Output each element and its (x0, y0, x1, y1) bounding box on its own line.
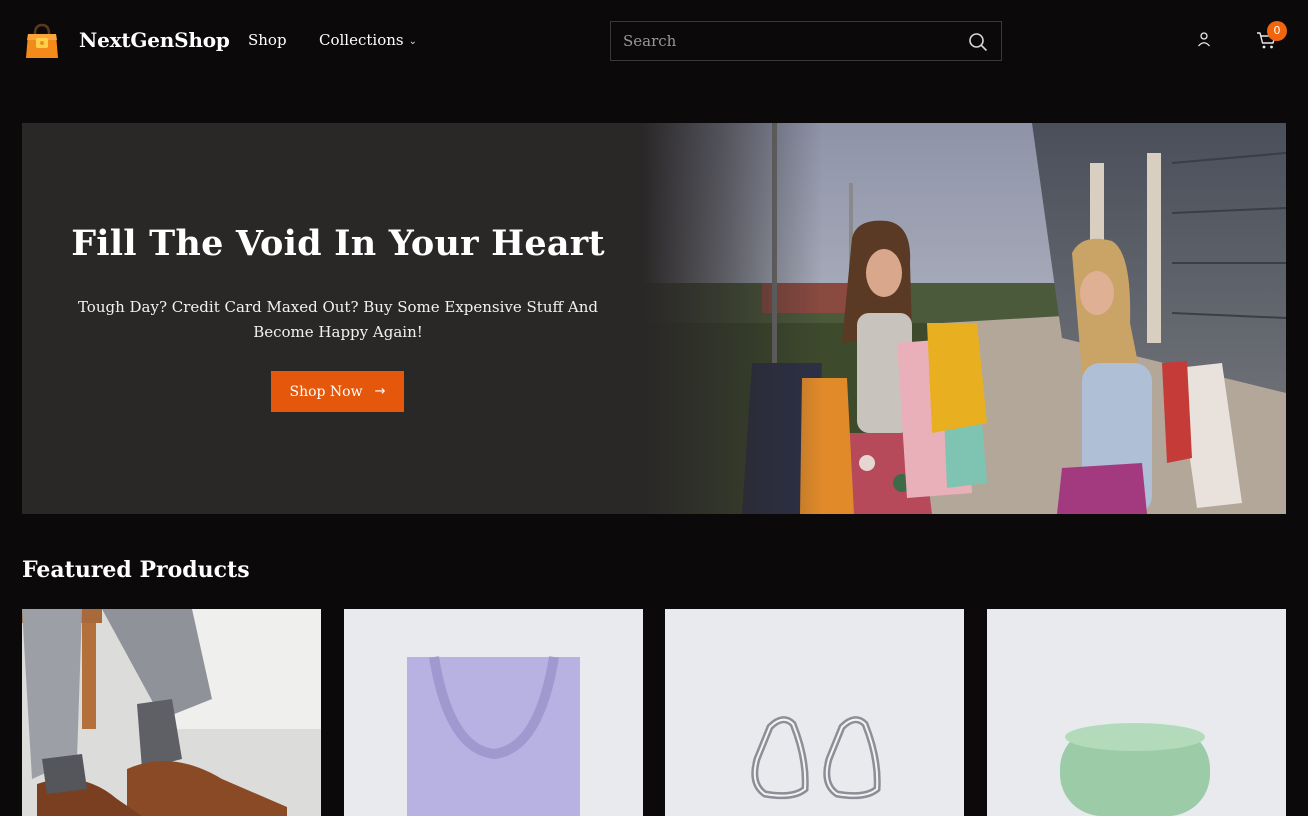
search-icon[interactable] (968, 32, 988, 52)
shop-now-label: Shop Now (289, 383, 363, 400)
site-header: NextGenShop Shop Collections ⌄ 0 (0, 0, 1308, 82)
shopping-bag-logo-icon[interactable] (24, 22, 60, 60)
nav-shop-link[interactable]: Shop (248, 31, 287, 49)
featured-products-heading: Featured Products (22, 557, 250, 583)
cart-count-badge: 0 (1267, 21, 1287, 41)
hero-subtitle: Tough Day? Credit Card Maxed Out? Buy So… (77, 298, 599, 341)
search-input[interactable] (611, 22, 951, 60)
hero-banner: Fill The Void In Your Heart Tough Day? C… (22, 123, 1286, 514)
product-card-tote-bag[interactable] (344, 609, 643, 816)
shop-now-button[interactable]: Shop Now → (271, 371, 404, 412)
product-image-soap (987, 609, 1286, 816)
product-card-earrings[interactable] (665, 609, 964, 816)
product-image-tote-bag (344, 609, 643, 816)
chevron-down-icon: ⌄ (408, 36, 417, 47)
search-bar (610, 21, 1002, 61)
brand-name[interactable]: NextGenShop (79, 28, 230, 52)
user-account-icon[interactable] (1196, 31, 1212, 49)
product-card-shoes[interactable] (22, 609, 321, 816)
product-image-earrings (665, 609, 964, 816)
product-image-shoes (22, 609, 321, 816)
hero-image-fade (642, 123, 822, 514)
nav-collections-label: Collections (319, 31, 404, 49)
arrow-right-icon: → (374, 384, 386, 399)
nav-collections-link[interactable]: Collections ⌄ (319, 31, 417, 49)
hero-title: Fill The Void In Your Heart (71, 223, 605, 264)
product-card-soap[interactable] (987, 609, 1286, 816)
